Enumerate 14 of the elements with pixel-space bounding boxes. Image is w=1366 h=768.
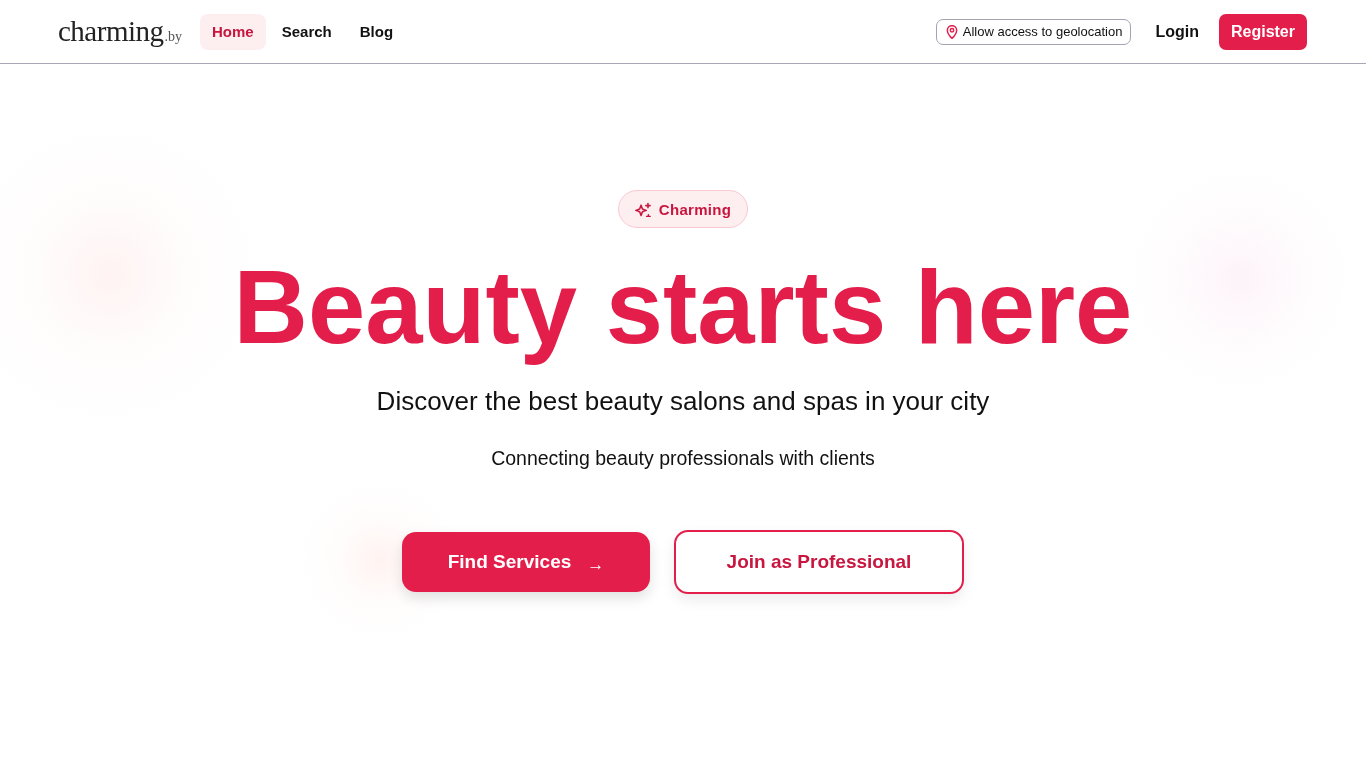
join-professional-button[interactable]: Join as Professional xyxy=(674,530,964,594)
hero-heading: Beauty starts here xyxy=(233,252,1133,364)
find-services-button[interactable]: Find Services → xyxy=(402,532,650,592)
nav-link[interactable]: Blog xyxy=(347,13,406,50)
nav-link[interactable]: Search xyxy=(269,13,344,50)
register-button[interactable]: Register xyxy=(1218,13,1307,50)
nav-link[interactable]: Home xyxy=(200,13,266,50)
hero-subtitle: Discover the best beauty salons and spas in your city xyxy=(376,386,990,416)
hero-tagline: Connecting beauty professionals with clients xyxy=(491,446,875,470)
badge: Charming xyxy=(617,190,749,228)
sparkle-icon xyxy=(634,201,651,217)
map-pin-icon xyxy=(945,24,958,39)
geolocation-button[interactable]: Allow access to geolocation xyxy=(935,18,1132,45)
login-link[interactable]: Login xyxy=(1155,22,1199,41)
